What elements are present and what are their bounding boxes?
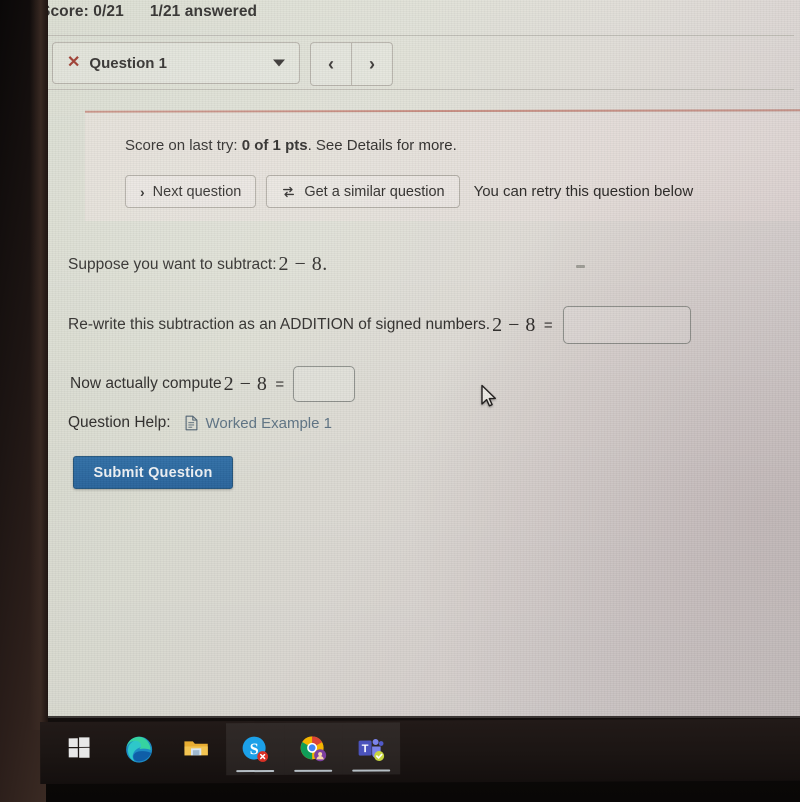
- submit-question-button[interactable]: Submit Question: [73, 456, 233, 489]
- prev-question-button[interactable]: ‹: [311, 43, 352, 85]
- windows-taskbar: S T: [40, 718, 800, 784]
- question-nav-row: ✕ Question 1 ‹ ›: [52, 42, 393, 86]
- taskbar-edge[interactable]: [110, 723, 168, 775]
- rewrite-answer-input[interactable]: [562, 306, 691, 344]
- windows-logo-icon: [66, 735, 96, 765]
- next-question-button[interactable]: ›: [352, 43, 392, 85]
- taskbar-running-indicator: [236, 769, 275, 773]
- google-chrome-icon: [298, 734, 328, 764]
- question-help-line: Question Help: Worked Example 1: [68, 414, 332, 432]
- taskbar-running-indicator: [294, 769, 333, 772]
- get-similar-question-label: Get a similar question: [304, 183, 445, 200]
- taskbar-skype[interactable]: S: [226, 722, 285, 776]
- question-select-dropdown[interactable]: ✕ Question 1: [52, 42, 300, 84]
- skype-icon: S: [240, 734, 270, 764]
- chevron-down-icon: [273, 59, 285, 67]
- document-icon: [185, 415, 198, 431]
- taskbar-running-indicator: [352, 769, 391, 772]
- microsoft-teams-icon: T: [356, 733, 386, 763]
- file-explorer-icon: [182, 734, 212, 764]
- score-header: Score: 0/21 1/21 answered: [40, 3, 257, 21]
- screen-artifact-dash: [576, 265, 585, 268]
- svg-text:S: S: [250, 741, 259, 758]
- screen-area: Score: 0/21 1/21 answered ✕ Question 1 ‹…: [40, 0, 800, 722]
- chevron-right-icon: ›: [140, 183, 145, 200]
- mouse-pointer-icon: [480, 384, 498, 408]
- answered-count-label: 1/21 answered: [149, 3, 258, 20]
- worked-example-link-text: Worked Example 1: [205, 414, 332, 432]
- taskbar-teams[interactable]: T: [342, 722, 401, 775]
- rewrite-text: Re-write this subtraction as an ADDITION…: [68, 316, 491, 333]
- compute-text: Now actually compute: [70, 375, 222, 392]
- suppose-expression: 2 − 8.: [278, 253, 328, 275]
- taskbar-file-explorer[interactable]: [168, 723, 226, 775]
- total-score-label: Score: 0/21: [40, 3, 124, 20]
- microsoft-edge-icon: [124, 735, 154, 765]
- question-pager: ‹ ›: [310, 42, 393, 86]
- retry-note: You can retry this question below: [473, 183, 694, 200]
- suppose-text: Suppose you want to subtract:: [68, 255, 277, 273]
- taskbar-chrome[interactable]: [284, 722, 343, 775]
- last-try-score: Score on last try: 0 of 1 pts. See Detai…: [125, 137, 457, 154]
- question-help-label: Question Help:: [68, 414, 171, 431]
- laptop-screen-photo: Score: 0/21 1/21 answered ✕ Question 1 ‹…: [0, 0, 800, 802]
- nav-divider: [46, 89, 794, 90]
- x-mark-icon: ✕: [67, 54, 81, 71]
- feedback-panel: Score on last try: 0 of 1 pts. See Detai…: [85, 113, 800, 221]
- next-question-action-label: Next question: [152, 183, 242, 200]
- taskbar-items: S T: [52, 722, 401, 776]
- rewrite-line: Re-write this subtraction as an ADDITION…: [68, 306, 691, 344]
- header-divider: [46, 35, 794, 36]
- compute-answer-input[interactable]: [293, 366, 356, 402]
- get-similar-question-button[interactable]: Get a similar question: [266, 175, 460, 208]
- suppose-line: Suppose you want to subtract: 2 − 8.: [68, 253, 330, 276]
- start-button[interactable]: [52, 724, 110, 776]
- compute-line: Now actually compute 2 − 8 =: [70, 366, 356, 402]
- rewrite-equals-sign: =: [543, 316, 553, 334]
- svg-text:T: T: [362, 743, 369, 755]
- laptop-bezel-edge: [30, 0, 48, 730]
- swap-arrows-icon: [281, 185, 296, 199]
- question-select-label: Question 1: [89, 54, 167, 72]
- last-try-score-prefix: Score on last try:: [125, 137, 242, 154]
- feedback-button-row: › Next question Get a similar question Y…: [125, 175, 693, 208]
- rewrite-expression: 2 − 8: [492, 313, 536, 336]
- last-try-score-suffix: . See Details for more.: [307, 137, 457, 154]
- next-question-action-button[interactable]: › Next question: [125, 175, 257, 208]
- worked-example-link[interactable]: Worked Example 1: [185, 415, 332, 432]
- compute-expression: 2 − 8: [223, 372, 268, 395]
- last-try-score-value: 0 of 1 pts: [241, 137, 308, 154]
- compute-equals-sign: =: [275, 375, 285, 393]
